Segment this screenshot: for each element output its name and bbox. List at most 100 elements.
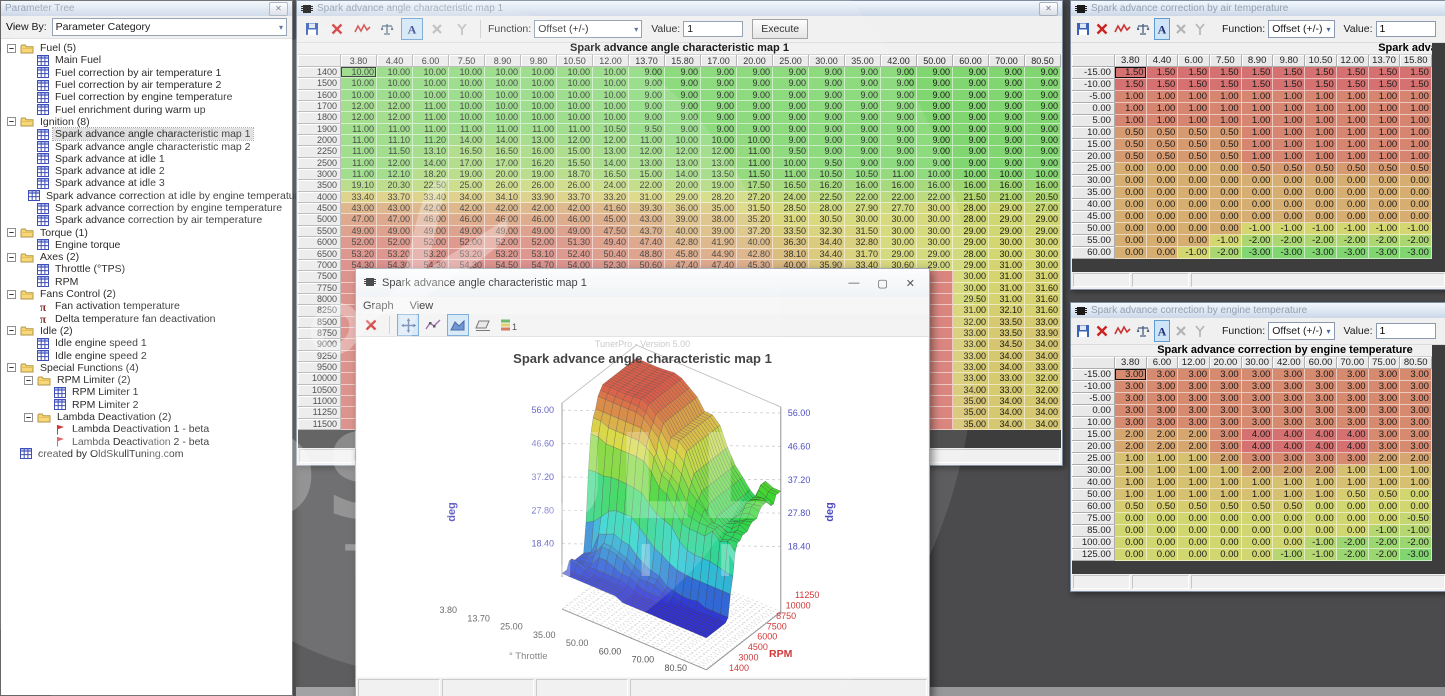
table-cell[interactable]: 34.40 bbox=[809, 249, 845, 260]
table-cell[interactable]: 3.00 bbox=[1369, 417, 1401, 429]
table-cell[interactable]: 0.00 bbox=[1210, 199, 1242, 211]
table-cell[interactable]: 1.00 bbox=[1305, 489, 1337, 501]
table-cell[interactable]: 0.00 bbox=[1305, 211, 1337, 223]
table-cell[interactable]: 21.50 bbox=[953, 192, 989, 203]
table-cell[interactable]: 29.00 bbox=[989, 226, 1025, 237]
table-cell[interactable]: 4.00 bbox=[1305, 429, 1337, 441]
table-cell[interactable]: 10.00 bbox=[485, 101, 521, 112]
table-cell[interactable]: -2.00 bbox=[1273, 235, 1305, 247]
table-cell[interactable]: 3.00 bbox=[1369, 381, 1401, 393]
table-cell[interactable]: 30.00 bbox=[953, 283, 989, 294]
tree-item[interactable]: Fuel enrichment during warm up bbox=[1, 103, 292, 115]
table-cell[interactable]: 9.00 bbox=[665, 90, 701, 101]
table-cell[interactable]: 1.50 bbox=[1242, 67, 1274, 79]
table-cell[interactable]: 13.00 bbox=[593, 146, 629, 157]
table-cell[interactable]: 33.00 bbox=[953, 328, 989, 339]
table-cell[interactable]: 49.00 bbox=[377, 226, 413, 237]
table-cell[interactable]: 32.30 bbox=[809, 226, 845, 237]
table-cell[interactable]: 53.20 bbox=[449, 249, 485, 260]
table-cell[interactable]: 11.00 bbox=[521, 124, 557, 135]
table-cell[interactable]: 0.00 bbox=[1400, 211, 1432, 223]
tree-item[interactable]: Idle engine speed 1 bbox=[1, 337, 292, 349]
table-cell[interactable]: 9.00 bbox=[917, 90, 953, 101]
table-cell[interactable]: 42.00 bbox=[557, 203, 593, 214]
table-cell[interactable]: -1.00 bbox=[1369, 223, 1401, 235]
table-cell[interactable]: 9.00 bbox=[845, 158, 881, 169]
table-cell[interactable]: 1.00 bbox=[1400, 151, 1432, 163]
column-header[interactable]: 6.00 bbox=[413, 55, 449, 67]
table-cell[interactable]: 3.00 bbox=[1337, 405, 1369, 417]
table-cell[interactable]: 9.00 bbox=[989, 67, 1025, 78]
table-cell[interactable]: 53.20 bbox=[341, 249, 377, 260]
scales-icon[interactable] bbox=[1135, 320, 1151, 342]
table-cell[interactable]: 34.40 bbox=[809, 237, 845, 248]
table-cell[interactable]: 1.00 bbox=[1337, 91, 1369, 103]
table-cell[interactable]: 33.00 bbox=[989, 373, 1025, 384]
table-cell[interactable]: 1.00 bbox=[1115, 489, 1147, 501]
tree-item[interactable]: RPM bbox=[1, 276, 292, 288]
table-cell[interactable]: 49.00 bbox=[521, 226, 557, 237]
table-cell[interactable]: 32.00 bbox=[1025, 385, 1061, 396]
row-header[interactable]: 10500 bbox=[298, 385, 341, 396]
table-cell[interactable]: 1.00 bbox=[1242, 139, 1274, 151]
table-cell[interactable]: 9.00 bbox=[917, 78, 953, 89]
close-icon[interactable]: ✕ bbox=[906, 277, 915, 290]
table-cell[interactable]: 16.00 bbox=[989, 180, 1025, 191]
table-cell[interactable]: 0.50 bbox=[1178, 151, 1210, 163]
table-cell[interactable]: -1.00 bbox=[1400, 525, 1432, 537]
table-cell[interactable]: 9.50 bbox=[629, 124, 665, 135]
table-cell[interactable]: 13.00 bbox=[701, 158, 737, 169]
row-header[interactable]: 100.00 bbox=[1072, 537, 1115, 549]
row-header[interactable]: 3500 bbox=[298, 180, 341, 191]
table-cell[interactable]: 39.00 bbox=[665, 214, 701, 225]
table-cell[interactable]: 10.00 bbox=[989, 169, 1025, 180]
table-cell[interactable]: 0.00 bbox=[1400, 199, 1432, 211]
table-cell[interactable]: 1.00 bbox=[1147, 103, 1179, 115]
column-header[interactable]: 12.00 bbox=[1337, 55, 1369, 67]
table-cell[interactable]: 3.00 bbox=[1242, 405, 1274, 417]
column-header[interactable]: 60.00 bbox=[1305, 357, 1337, 369]
tree-item[interactable]: Spark advance correction at idle by engi… bbox=[1, 190, 292, 202]
table-cell[interactable]: 26.00 bbox=[485, 180, 521, 191]
table-cell[interactable]: 11.00 bbox=[449, 124, 485, 135]
table-cell[interactable]: 9.50 bbox=[809, 158, 845, 169]
column-header[interactable]: 50.00 bbox=[917, 55, 953, 67]
column-header[interactable]: 3.80 bbox=[1115, 357, 1147, 369]
column-header[interactable]: 7.50 bbox=[449, 55, 485, 67]
table-cell[interactable]: 0.50 bbox=[1147, 127, 1179, 139]
table-cell[interactable]: 10.00 bbox=[557, 78, 593, 89]
table-cell[interactable]: 38.10 bbox=[773, 249, 809, 260]
table-cell[interactable]: 10.00 bbox=[1025, 169, 1061, 180]
table-cell[interactable]: 9.00 bbox=[989, 78, 1025, 89]
table-cell[interactable]: 12.00 bbox=[557, 135, 593, 146]
row-header[interactable]: -5.00 bbox=[1072, 91, 1115, 103]
row-header[interactable]: 35.00 bbox=[1072, 187, 1115, 199]
table-cell[interactable]: 1.50 bbox=[1242, 79, 1274, 91]
table-cell[interactable]: 10.00 bbox=[593, 67, 629, 78]
table-cell[interactable]: 0.00 bbox=[1178, 163, 1210, 175]
table-cell[interactable]: 9.00 bbox=[953, 101, 989, 112]
table-cell[interactable]: 22.50 bbox=[809, 192, 845, 203]
tree-item[interactable]: Torque (1) bbox=[1, 226, 292, 238]
table-cell[interactable]: 0.00 bbox=[1147, 537, 1179, 549]
table-cell[interactable]: 3.00 bbox=[1337, 393, 1369, 405]
table-cell[interactable]: 3.00 bbox=[1273, 393, 1305, 405]
table-cell[interactable]: 16.00 bbox=[845, 180, 881, 191]
table-cell[interactable]: 9.00 bbox=[917, 124, 953, 135]
table-cell[interactable]: 0.00 bbox=[1178, 223, 1210, 235]
table-cell[interactable]: 10.00 bbox=[449, 67, 485, 78]
table-cell[interactable]: 9.00 bbox=[701, 124, 737, 135]
table-cell[interactable]: 0.00 bbox=[1400, 175, 1432, 187]
table-cell[interactable]: 1.00 bbox=[1273, 103, 1305, 115]
column-header[interactable]: 8.90 bbox=[485, 55, 521, 67]
window-titlebar[interactable]: Spark advance correction by air temperat… bbox=[1071, 1, 1445, 16]
table-cell[interactable]: -2.00 bbox=[1305, 235, 1337, 247]
table-cell[interactable]: 1.50 bbox=[1273, 67, 1305, 79]
table-cell[interactable]: -2.00 bbox=[1337, 537, 1369, 549]
table-cell[interactable]: 35.00 bbox=[701, 203, 737, 214]
table-cell[interactable]: 1.50 bbox=[1210, 79, 1242, 91]
table-cell[interactable]: 33.50 bbox=[989, 317, 1025, 328]
table-cell[interactable]: -2.00 bbox=[1210, 247, 1242, 259]
table-cell[interactable]: 1.00 bbox=[1115, 465, 1147, 477]
table-cell[interactable]: 1.50 bbox=[1400, 67, 1432, 79]
